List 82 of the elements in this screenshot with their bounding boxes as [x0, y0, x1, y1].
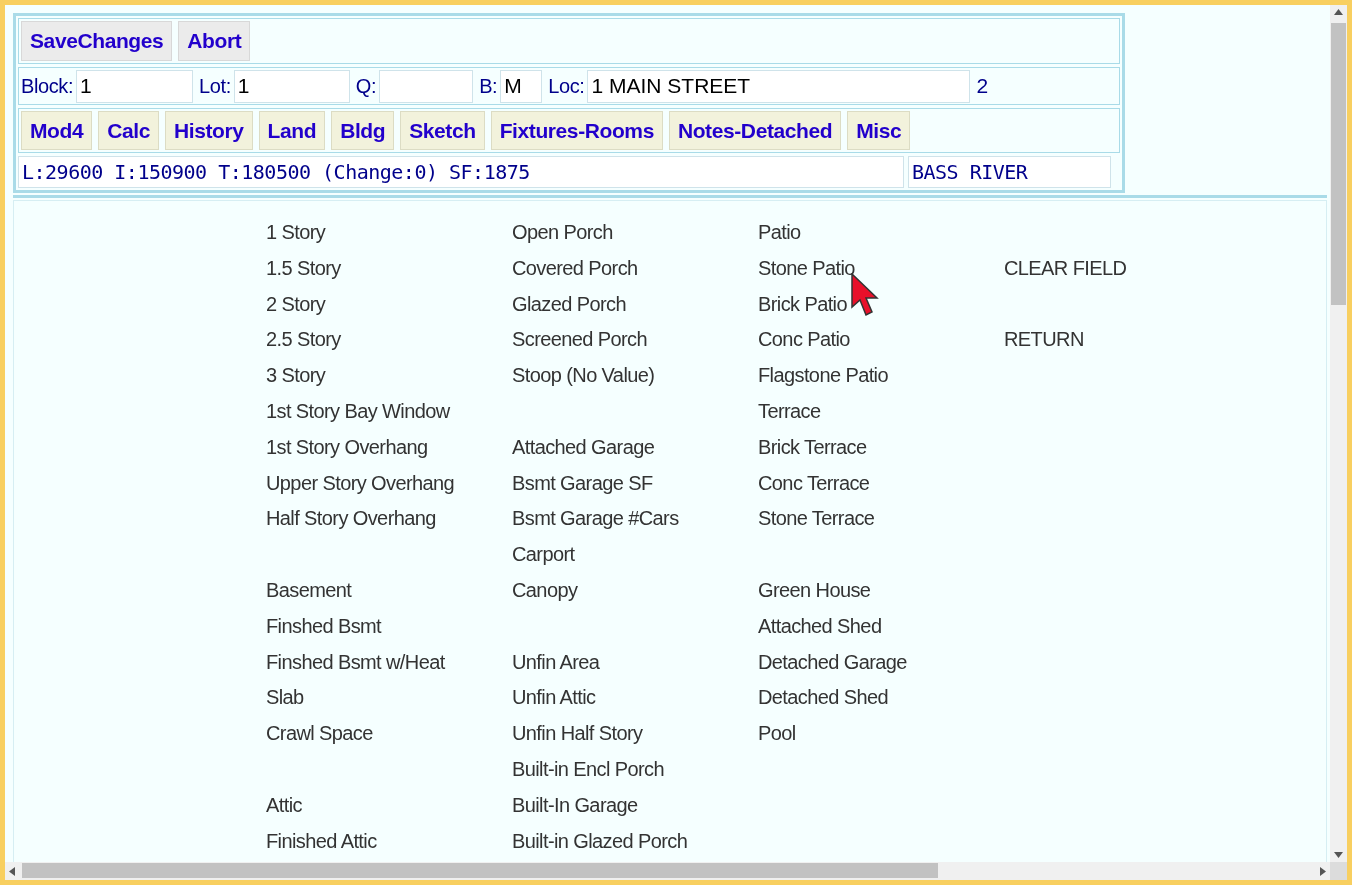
- scroll-right-icon[interactable]: [1320, 867, 1326, 876]
- option-link[interactable]: 3 Story: [266, 364, 326, 387]
- option-link[interactable]: Unfin Half Story: [512, 722, 643, 745]
- option-link[interactable]: RETURN: [1004, 328, 1084, 351]
- option-link[interactable]: Built-in Encl Porch: [512, 757, 664, 780]
- option-link[interactable]: 2 Story: [266, 292, 326, 315]
- option-link[interactable]: Flagstone Patio: [758, 364, 888, 387]
- option-link[interactable]: Brick Patio: [758, 292, 847, 315]
- option-link[interactable]: Green House: [758, 578, 871, 601]
- option-link[interactable]: Conc Terrace: [758, 471, 870, 494]
- option-link[interactable]: CLEAR FIELD: [1004, 256, 1127, 279]
- option-link[interactable]: Basement: [266, 578, 352, 601]
- horizontal-scrollbar[interactable]: [5, 862, 1330, 880]
- option-link[interactable]: Unfin Area: [512, 650, 600, 673]
- option-link[interactable]: Pool: [758, 722, 796, 745]
- nav-button[interactable]: Misc: [847, 111, 911, 150]
- nav-button[interactable]: Sketch: [400, 111, 485, 150]
- option-link[interactable]: Stone Patio: [758, 256, 855, 279]
- option-link[interactable]: Half Story Overhang: [266, 507, 436, 530]
- option-link[interactable]: Covered Porch: [512, 256, 638, 279]
- field-label: Block:: [21, 74, 74, 99]
- option-link[interactable]: Screened Porch: [512, 328, 648, 351]
- field-label: Q:: [355, 74, 377, 99]
- option-link[interactable]: Bsmt Garage SF: [512, 471, 653, 494]
- option-link[interactable]: Finished Attic: [266, 829, 377, 852]
- nav-button[interactable]: Notes-Detached: [668, 111, 842, 150]
- option-link[interactable]: 1st Story Overhang: [266, 435, 428, 458]
- option-link[interactable]: Stone Terrace: [758, 507, 875, 530]
- field-label: B:: [479, 74, 498, 99]
- scroll-down-icon[interactable]: [1334, 852, 1343, 858]
- option-link[interactable]: 1.5 Story: [266, 256, 341, 279]
- input-field[interactable]: 1: [233, 69, 350, 103]
- option-link[interactable]: Brick Terrace: [758, 435, 867, 458]
- option-link[interactable]: Terrace: [758, 400, 821, 422]
- option-link[interactable]: Built-In Garage: [512, 793, 638, 816]
- cursor-icon: [851, 273, 879, 319]
- field-label: Lot:: [199, 74, 231, 99]
- option-link[interactable]: Unfin Attic: [512, 686, 596, 709]
- area-text: BASS RIVER: [908, 156, 1111, 188]
- scrollbar-corner: [1330, 862, 1347, 880]
- option-link[interactable]: 1st Story Bay Window: [266, 400, 450, 422]
- option-link[interactable]: Attached Garage: [512, 435, 655, 458]
- nav-button[interactable]: Mod4: [21, 111, 93, 150]
- action-button[interactable]: Abort: [178, 21, 251, 61]
- option-link[interactable]: Attic: [266, 793, 302, 816]
- option-link[interactable]: Upper Story Overhang: [266, 471, 455, 494]
- option-link[interactable]: Finshed Bsmt: [266, 614, 382, 637]
- option-link[interactable]: Patio: [758, 221, 801, 243]
- option-link[interactable]: Crawl Space: [266, 722, 373, 745]
- option-link[interactable]: Finshed Bsmt w/Heat: [266, 650, 445, 673]
- count-text: 2: [976, 73, 989, 100]
- summary-text: L:29600 I:150900 T:180500 (Change:0) SF:1875: [18, 156, 904, 188]
- input-field[interactable]: 1 MAIN STREET: [587, 69, 971, 103]
- input-field[interactable]: M: [500, 69, 543, 103]
- input-field[interactable]: [379, 69, 474, 103]
- scroll-thumb[interactable]: [22, 863, 938, 878]
- option-link[interactable]: Detached Shed: [758, 686, 889, 709]
- scroll-thumb[interactable]: [1331, 23, 1346, 305]
- scroll-up-icon[interactable]: [1334, 9, 1343, 15]
- option-link[interactable]: Detached Garage: [758, 650, 907, 673]
- input-field[interactable]: 1: [76, 69, 194, 103]
- option-link[interactable]: Stoop (No Value): [512, 364, 655, 387]
- option-link[interactable]: Conc Patio: [758, 328, 850, 351]
- field-label: Loc:: [548, 74, 585, 99]
- option-link[interactable]: Built-in Glazed Porch: [512, 829, 688, 852]
- scroll-left-icon[interactable]: [9, 867, 15, 876]
- vertical-scrollbar[interactable]: [1330, 5, 1347, 862]
- option-link[interactable]: Slab: [266, 686, 304, 709]
- option-link[interactable]: 1 Story: [266, 221, 326, 243]
- nav-button[interactable]: Fixtures-Rooms: [490, 111, 663, 150]
- option-link[interactable]: Carport: [512, 543, 575, 566]
- nav-button[interactable]: Bldg: [331, 111, 395, 150]
- action-button[interactable]: SaveChanges: [21, 21, 173, 61]
- option-link[interactable]: 2.5 Story: [266, 328, 341, 351]
- option-link[interactable]: Attached Shed: [758, 614, 882, 637]
- nav-button[interactable]: History: [165, 111, 253, 150]
- option-link[interactable]: Bsmt Garage #Cars: [512, 507, 679, 530]
- option-link[interactable]: Canopy: [512, 578, 578, 601]
- option-link[interactable]: Glazed Porch: [512, 292, 626, 315]
- option-link[interactable]: Open Porch: [512, 221, 613, 243]
- nav-button[interactable]: Land: [258, 111, 326, 150]
- nav-button[interactable]: Calc: [98, 111, 159, 150]
